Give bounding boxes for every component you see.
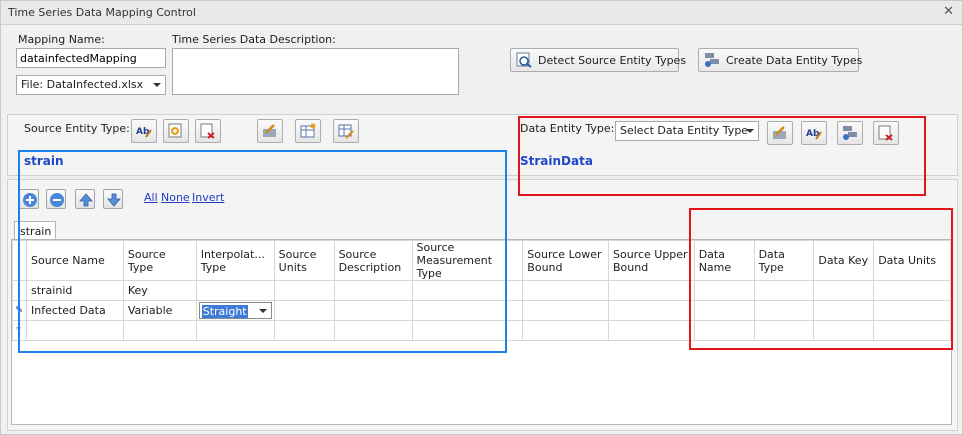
cell[interactable] xyxy=(522,280,609,301)
add-source-button[interactable] xyxy=(163,119,189,143)
create-button-label: Create Data Entity Types xyxy=(726,54,863,67)
source-highlight-box xyxy=(18,150,507,353)
table-add-icon xyxy=(300,123,316,138)
file-select-value: File: DataInfected.xlsx xyxy=(21,78,144,91)
mapping-control-window: Time Series Data Mapping Control ✕ Mappi… xyxy=(0,0,963,435)
mapping-name-label: Mapping Name: xyxy=(18,33,105,46)
close-icon[interactable]: ✕ xyxy=(943,4,954,19)
table-edit-icon xyxy=(338,124,354,139)
edit-icon xyxy=(263,124,276,137)
window-title: Time Series Data Mapping Control xyxy=(8,6,196,19)
file-select[interactable]: File: DataInfected.xlsx xyxy=(16,75,166,95)
rename-icon: Ab xyxy=(136,127,152,138)
detect-source-entity-types-button[interactable]: Detect Source Entity Types xyxy=(510,48,686,72)
cell[interactable] xyxy=(522,300,609,321)
title-bar: Time Series Data Mapping Control ✕ xyxy=(1,1,962,25)
chevron-down-icon xyxy=(153,83,161,87)
description-input[interactable] xyxy=(172,48,459,95)
edit-table-button[interactable] xyxy=(333,119,359,143)
edit-mapping-button[interactable] xyxy=(257,119,283,143)
add-column-button[interactable] xyxy=(295,119,321,143)
cell[interactable] xyxy=(608,300,695,321)
delete-icon xyxy=(200,123,215,139)
rename-source-button[interactable]: Ab xyxy=(131,119,157,143)
detect-icon xyxy=(516,52,532,68)
create-data-entity-types-button[interactable]: Create Data Entity Types xyxy=(698,48,863,72)
detect-button-label: Detect Source Entity Types xyxy=(538,54,687,67)
column-header[interactable]: Source Lower Bound xyxy=(522,240,609,281)
cell[interactable] xyxy=(608,320,695,341)
delete-source-button[interactable] xyxy=(195,119,221,143)
cell[interactable] xyxy=(522,320,609,341)
data-entity-highlight-box xyxy=(518,116,926,196)
create-entity-icon xyxy=(705,53,719,67)
cell[interactable] xyxy=(608,280,695,301)
column-header[interactable]: Source Upper Bound xyxy=(608,240,695,281)
mapping-name-input[interactable] xyxy=(16,48,166,68)
source-entity-type-label: Source Entity Type: xyxy=(24,122,130,135)
add-icon xyxy=(168,123,182,138)
data-columns-highlight-box xyxy=(689,208,953,350)
description-label: Time Series Data Description: xyxy=(172,33,336,46)
